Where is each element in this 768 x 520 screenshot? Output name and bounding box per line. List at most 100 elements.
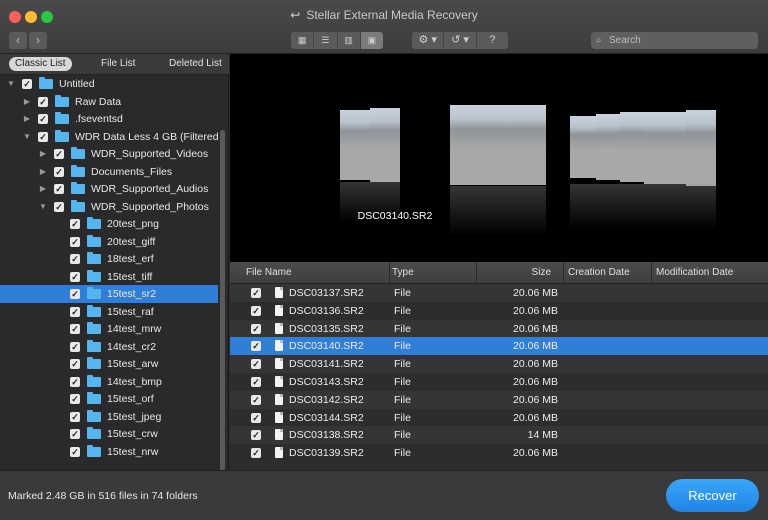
row-checkbox[interactable]: ✓ xyxy=(251,341,261,352)
search-input[interactable]: ⌕ Search xyxy=(591,32,758,49)
tree-item-checkbox[interactable]: ✓ xyxy=(70,341,80,352)
tree-item-checkbox[interactable]: ✓ xyxy=(70,376,80,387)
tree-item[interactable]: ▼ ✓ Untitled xyxy=(0,75,218,93)
recover-button[interactable]: Recover xyxy=(666,479,759,512)
preview-thumbnail[interactable] xyxy=(370,108,400,182)
table-row[interactable]: ✓ DSC03139.SR2 File 20.06 MB xyxy=(230,444,768,463)
tree-item[interactable]: ✓ 15test_tiff xyxy=(0,268,218,286)
disclosure-collapsed-icon[interactable]: ▶ xyxy=(38,180,48,198)
tab-classic-list[interactable]: Classic List xyxy=(9,57,72,71)
row-checkbox[interactable]: ✓ xyxy=(251,288,261,298)
forward-button[interactable]: › xyxy=(29,32,47,49)
column-view-button[interactable]: ▥ xyxy=(338,32,361,49)
preview-main-image[interactable] xyxy=(450,105,546,185)
table-row[interactable]: ✓ DSC03142.SR2 File 20.06 MB xyxy=(230,390,768,409)
table-row[interactable]: ✓ DSC03135.SR2 File 20.06 MB xyxy=(230,319,768,338)
table-row[interactable]: ✓ DSC03140.SR2 File 20.06 MB xyxy=(230,337,768,356)
tree-item-checkbox[interactable]: ✓ xyxy=(38,96,48,107)
disclosure-expanded-icon[interactable]: ▼ xyxy=(22,128,32,146)
tree-item-checkbox[interactable]: ✓ xyxy=(70,236,80,247)
tree-item[interactable]: ▶ ✓ WDR_Supported_Audios xyxy=(0,180,218,198)
preview-thumbnail[interactable] xyxy=(668,112,688,184)
gear-icon[interactable]: ⚙ ▾ xyxy=(412,32,445,49)
table-row[interactable]: ✓ DSC03137.SR2 File 20.06 MB xyxy=(230,284,768,302)
tree-item[interactable]: ✓ 15test_raf xyxy=(0,303,218,321)
tab-deleted-list[interactable]: Deleted List xyxy=(169,57,222,71)
table-row[interactable]: ✓ DSC03143.SR2 File 20.06 MB xyxy=(230,373,768,391)
disclosure-collapsed-icon[interactable]: ▶ xyxy=(22,93,32,111)
tree-item[interactable]: ▶ ✓ .fseventsd xyxy=(0,110,218,128)
tree-item[interactable]: ✓ 20test_png xyxy=(0,215,218,233)
tree-item[interactable]: ▶ ✓ Documents_Files xyxy=(0,163,218,181)
table-row[interactable]: ✓ DSC03141.SR2 File 20.06 MB xyxy=(230,355,768,374)
tree-item[interactable]: ✓ 14test_mrw xyxy=(0,320,218,338)
preview-thumbnail[interactable] xyxy=(686,110,716,186)
tree-item[interactable]: ▶ ✓ WDR_Supported_Videos xyxy=(0,145,218,163)
tree-item[interactable]: ✓ 15test_nrw xyxy=(0,443,218,461)
tree-item[interactable]: ✓ 15test_sr2 xyxy=(0,285,218,303)
row-checkbox[interactable]: ✓ xyxy=(251,430,261,441)
row-checkbox[interactable]: ✓ xyxy=(251,394,261,405)
column-header-creation-date[interactable]: Creation Date xyxy=(564,262,652,283)
column-header-size[interactable]: Size xyxy=(477,262,564,283)
tree-item-checkbox[interactable]: ✓ xyxy=(70,324,80,334)
disclosure-expanded-icon[interactable]: ▼ xyxy=(38,198,48,216)
tree-item-checkbox[interactable]: ✓ xyxy=(70,254,80,264)
preview-thumbnail[interactable] xyxy=(570,116,598,178)
tree-item-checkbox[interactable]: ✓ xyxy=(38,114,48,124)
row-checkbox[interactable]: ✓ xyxy=(251,377,261,387)
row-checkbox[interactable]: ✓ xyxy=(251,305,261,316)
tree-item-checkbox[interactable]: ✓ xyxy=(54,184,64,194)
tree-item[interactable]: ✓ 14test_cr2 xyxy=(0,338,218,356)
tree-item[interactable]: ▶ ✓ Raw Data xyxy=(0,93,218,111)
disclosure-collapsed-icon[interactable]: ▶ xyxy=(38,163,48,181)
table-row[interactable]: ✓ DSC03138.SR2 File 14 MB xyxy=(230,426,768,445)
tree-item[interactable]: ▼ ✓ WDR Data Less 4 GB (Filtered xyxy=(0,128,219,146)
disclosure-collapsed-icon[interactable]: ▶ xyxy=(22,110,32,128)
preview-thumbnail[interactable] xyxy=(340,110,372,180)
tree-item-checkbox[interactable]: ✓ xyxy=(54,201,64,212)
tree-item-checkbox[interactable]: ✓ xyxy=(70,411,80,422)
disclosure-collapsed-icon[interactable]: ▶ xyxy=(38,145,48,163)
tree-item[interactable]: ✓ 14test_bmp xyxy=(0,373,218,391)
tree-item[interactable]: ✓ 20test_giff xyxy=(0,233,218,251)
preview-thumbnail[interactable] xyxy=(620,112,646,182)
tree-item[interactable]: ✓ 15test_arw xyxy=(0,355,218,373)
tree-vertical-scrollbar[interactable] xyxy=(220,130,225,510)
row-checkbox[interactable]: ✓ xyxy=(251,412,261,423)
tree-item-checkbox[interactable]: ✓ xyxy=(70,359,80,369)
coverflow-view-button[interactable]: ▣ xyxy=(360,32,383,49)
tree-item-checkbox[interactable]: ✓ xyxy=(38,131,48,142)
tree-item-checkbox[interactable]: ✓ xyxy=(70,306,80,317)
column-header-file-name[interactable]: File Name xyxy=(230,262,390,283)
table-row[interactable]: ✓ DSC03144.SR2 File 20.06 MB xyxy=(230,408,768,427)
tree-item[interactable]: ✓ 15test_orf xyxy=(0,390,218,408)
preview-thumbnail[interactable] xyxy=(596,114,622,180)
preview-thumbnail[interactable] xyxy=(644,112,670,184)
tree-item-checkbox[interactable]: ✓ xyxy=(70,271,80,282)
list-view-button[interactable]: ☰ xyxy=(314,32,338,49)
help-icon[interactable]: ? xyxy=(477,32,508,49)
tree-item-checkbox[interactable]: ✓ xyxy=(54,149,64,159)
column-header-type[interactable]: Type xyxy=(390,262,477,283)
tree-item-checkbox[interactable]: ✓ xyxy=(70,289,80,299)
tree-item[interactable]: ✓ 15test_jpeg xyxy=(0,408,218,426)
row-checkbox[interactable]: ✓ xyxy=(251,448,261,459)
history-icon[interactable]: ↺ ▾ xyxy=(444,32,477,49)
row-checkbox[interactable]: ✓ xyxy=(251,359,261,370)
tab-file-list[interactable]: File List xyxy=(101,57,135,71)
tree-item-checkbox[interactable]: ✓ xyxy=(70,429,80,439)
tree-item[interactable]: ✓ 18test_erf xyxy=(0,250,218,268)
tree-item-checkbox[interactable]: ✓ xyxy=(70,446,80,457)
tree-item-checkbox[interactable]: ✓ xyxy=(22,79,32,89)
disclosure-expanded-icon[interactable]: ▼ xyxy=(6,75,16,93)
tree-item-checkbox[interactable]: ✓ xyxy=(54,166,64,177)
column-header-modification-date[interactable]: Modification Date xyxy=(652,262,768,283)
icon-grid-view-button[interactable]: ▦ xyxy=(291,32,315,49)
tree-item[interactable]: ▼ ✓ WDR_Supported_Photos xyxy=(0,198,218,216)
back-button[interactable]: ‹ xyxy=(9,32,27,49)
tree-item-checkbox[interactable]: ✓ xyxy=(70,394,80,404)
table-row[interactable]: ✓ DSC03136.SR2 File 20.06 MB xyxy=(230,301,768,320)
tree-item[interactable]: ✓ 15test_crw xyxy=(0,425,218,443)
tree-item-checkbox[interactable]: ✓ xyxy=(70,219,80,229)
